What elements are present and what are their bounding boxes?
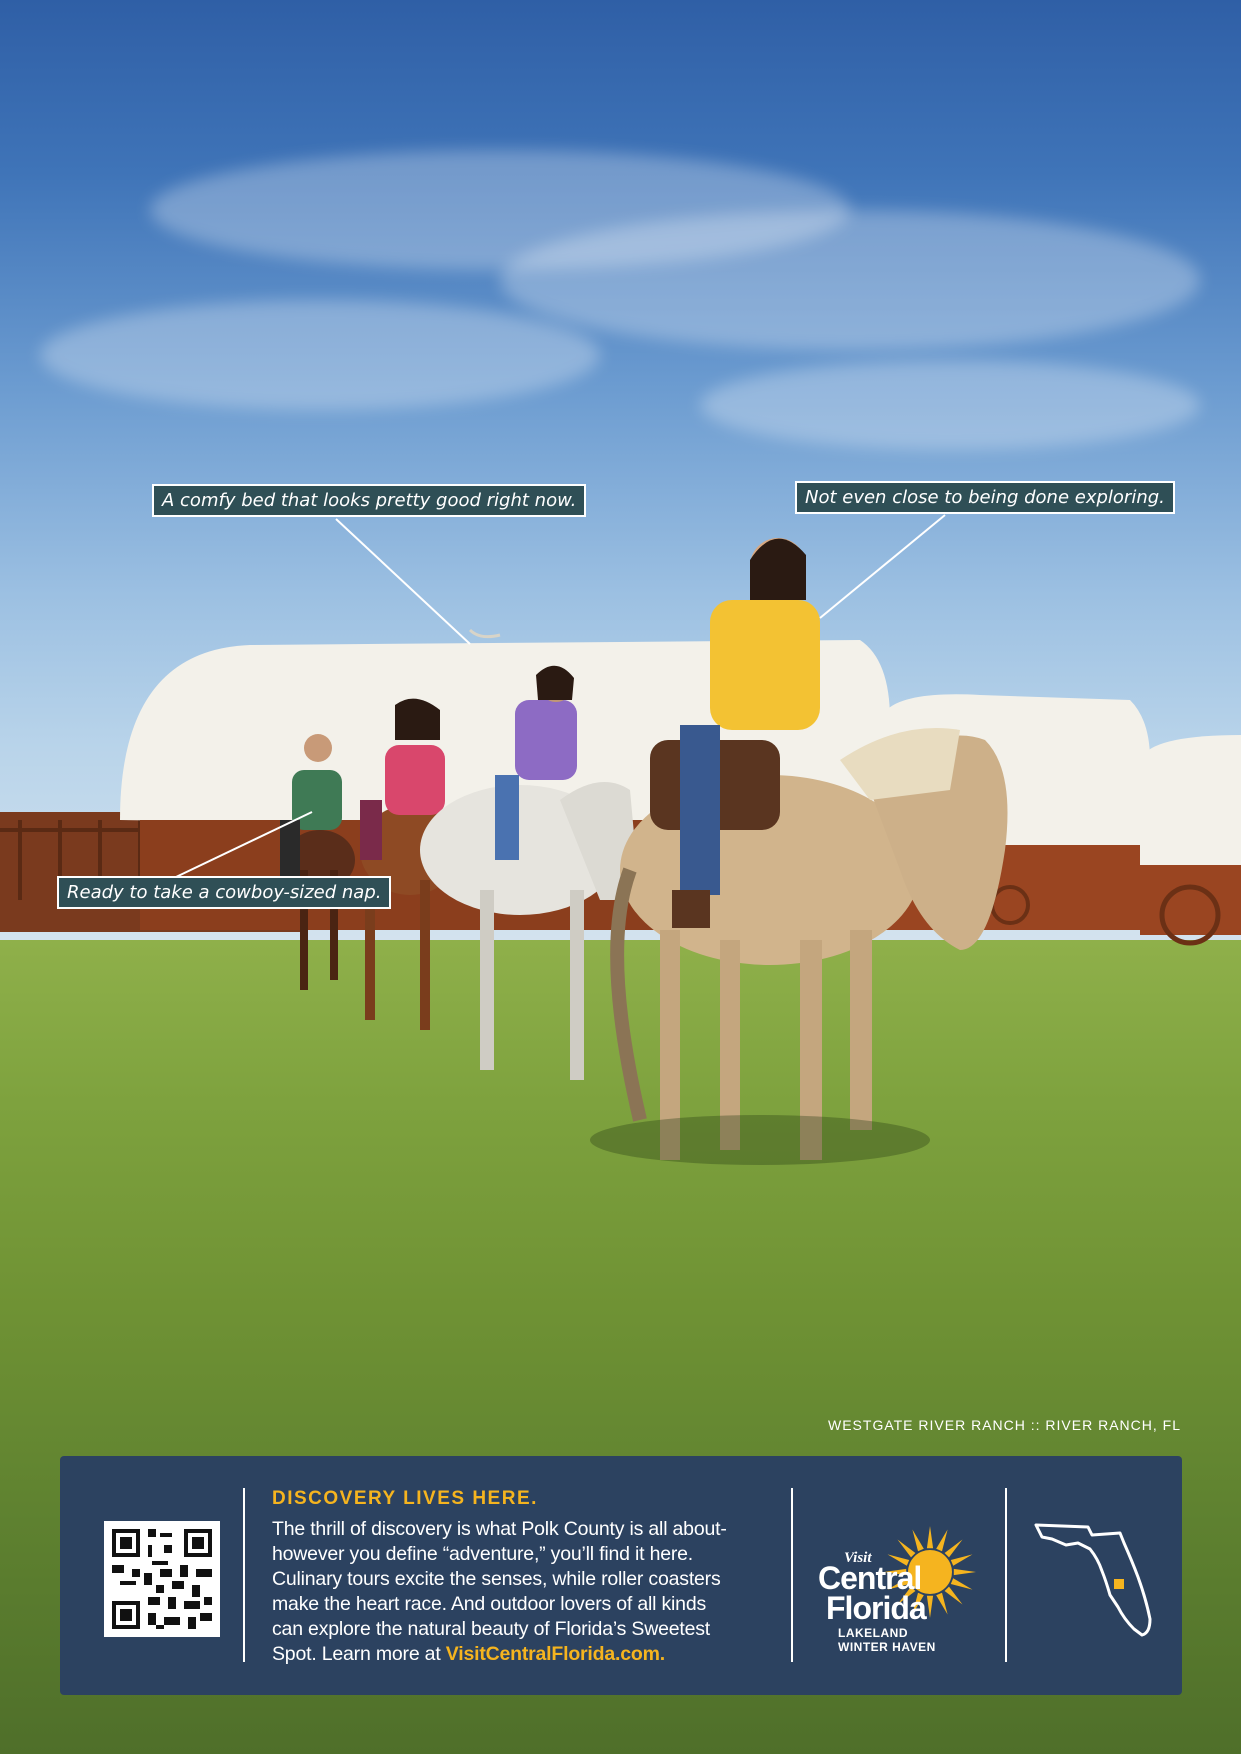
callout-nap: Ready to take a cowboy-sized nap. bbox=[57, 876, 392, 909]
sun-ray bbox=[950, 1554, 973, 1566]
logo-lakeland: LAKELAND bbox=[838, 1626, 908, 1640]
sun-ray bbox=[926, 1595, 934, 1618]
logo-florida: Florida bbox=[826, 1590, 927, 1626]
sun-ray bbox=[926, 1526, 934, 1549]
wagon-fold bbox=[468, 628, 501, 639]
callout-bed: A comfy bed that looks pretty good right… bbox=[152, 484, 587, 517]
sun-ray bbox=[944, 1586, 963, 1605]
sun-ray bbox=[912, 1529, 924, 1552]
panel-divider bbox=[791, 1488, 793, 1662]
visit-central-florida-logo[interactable]: Visit Central Florida LAKELAND WINTER HA… bbox=[812, 1508, 992, 1658]
panel-headline: DISCOVERY LIVES HERE. bbox=[272, 1488, 538, 1509]
sun-ray bbox=[936, 1592, 948, 1615]
body-line: Culinary tours excite the senses, while … bbox=[272, 1568, 721, 1590]
covered-wagon bbox=[1140, 735, 1241, 870]
body-line: The thrill of discovery is what Polk Cou… bbox=[272, 1518, 727, 1540]
qr-code-icon bbox=[104, 1521, 220, 1637]
qr-code[interactable] bbox=[104, 1521, 220, 1637]
body-line: however you define “adventure,” you’ll f… bbox=[272, 1543, 694, 1565]
horse-shadow bbox=[590, 1115, 930, 1165]
logo-winter-haven: WINTER HAVEN bbox=[838, 1640, 936, 1654]
horse-rider-4 bbox=[610, 538, 1008, 1160]
body-line-prefix: Spot. Learn more at bbox=[272, 1643, 446, 1665]
website-link[interactable]: VisitCentralFlorida.com. bbox=[446, 1643, 665, 1665]
sun-ray bbox=[953, 1568, 976, 1576]
sun-ray bbox=[950, 1578, 973, 1590]
body-line: make the heart race. And outdoor lovers … bbox=[272, 1593, 707, 1615]
body-line: can explore the natural beauty of Florid… bbox=[272, 1618, 711, 1640]
callout-exploring: Not even close to being done exploring. bbox=[795, 481, 1175, 514]
florida-map-icon bbox=[1030, 1515, 1160, 1645]
callout-line-exploring bbox=[819, 514, 946, 619]
wagon-base bbox=[1140, 865, 1241, 935]
sun-ray bbox=[936, 1529, 948, 1552]
sun-ray bbox=[944, 1539, 963, 1558]
body-line-last: Spot. Learn more at VisitCentralFlorida.… bbox=[272, 1642, 772, 1667]
callout-line-bed bbox=[335, 518, 471, 645]
panel-divider bbox=[243, 1488, 245, 1662]
panel-body: The thrill of discovery is what Polk Cou… bbox=[272, 1517, 772, 1667]
panel-divider bbox=[1005, 1488, 1007, 1662]
sun-ray bbox=[897, 1539, 916, 1558]
photo-credit: WESTGATE RIVER RANCH :: RIVER RANCH, FL bbox=[828, 1417, 1181, 1433]
